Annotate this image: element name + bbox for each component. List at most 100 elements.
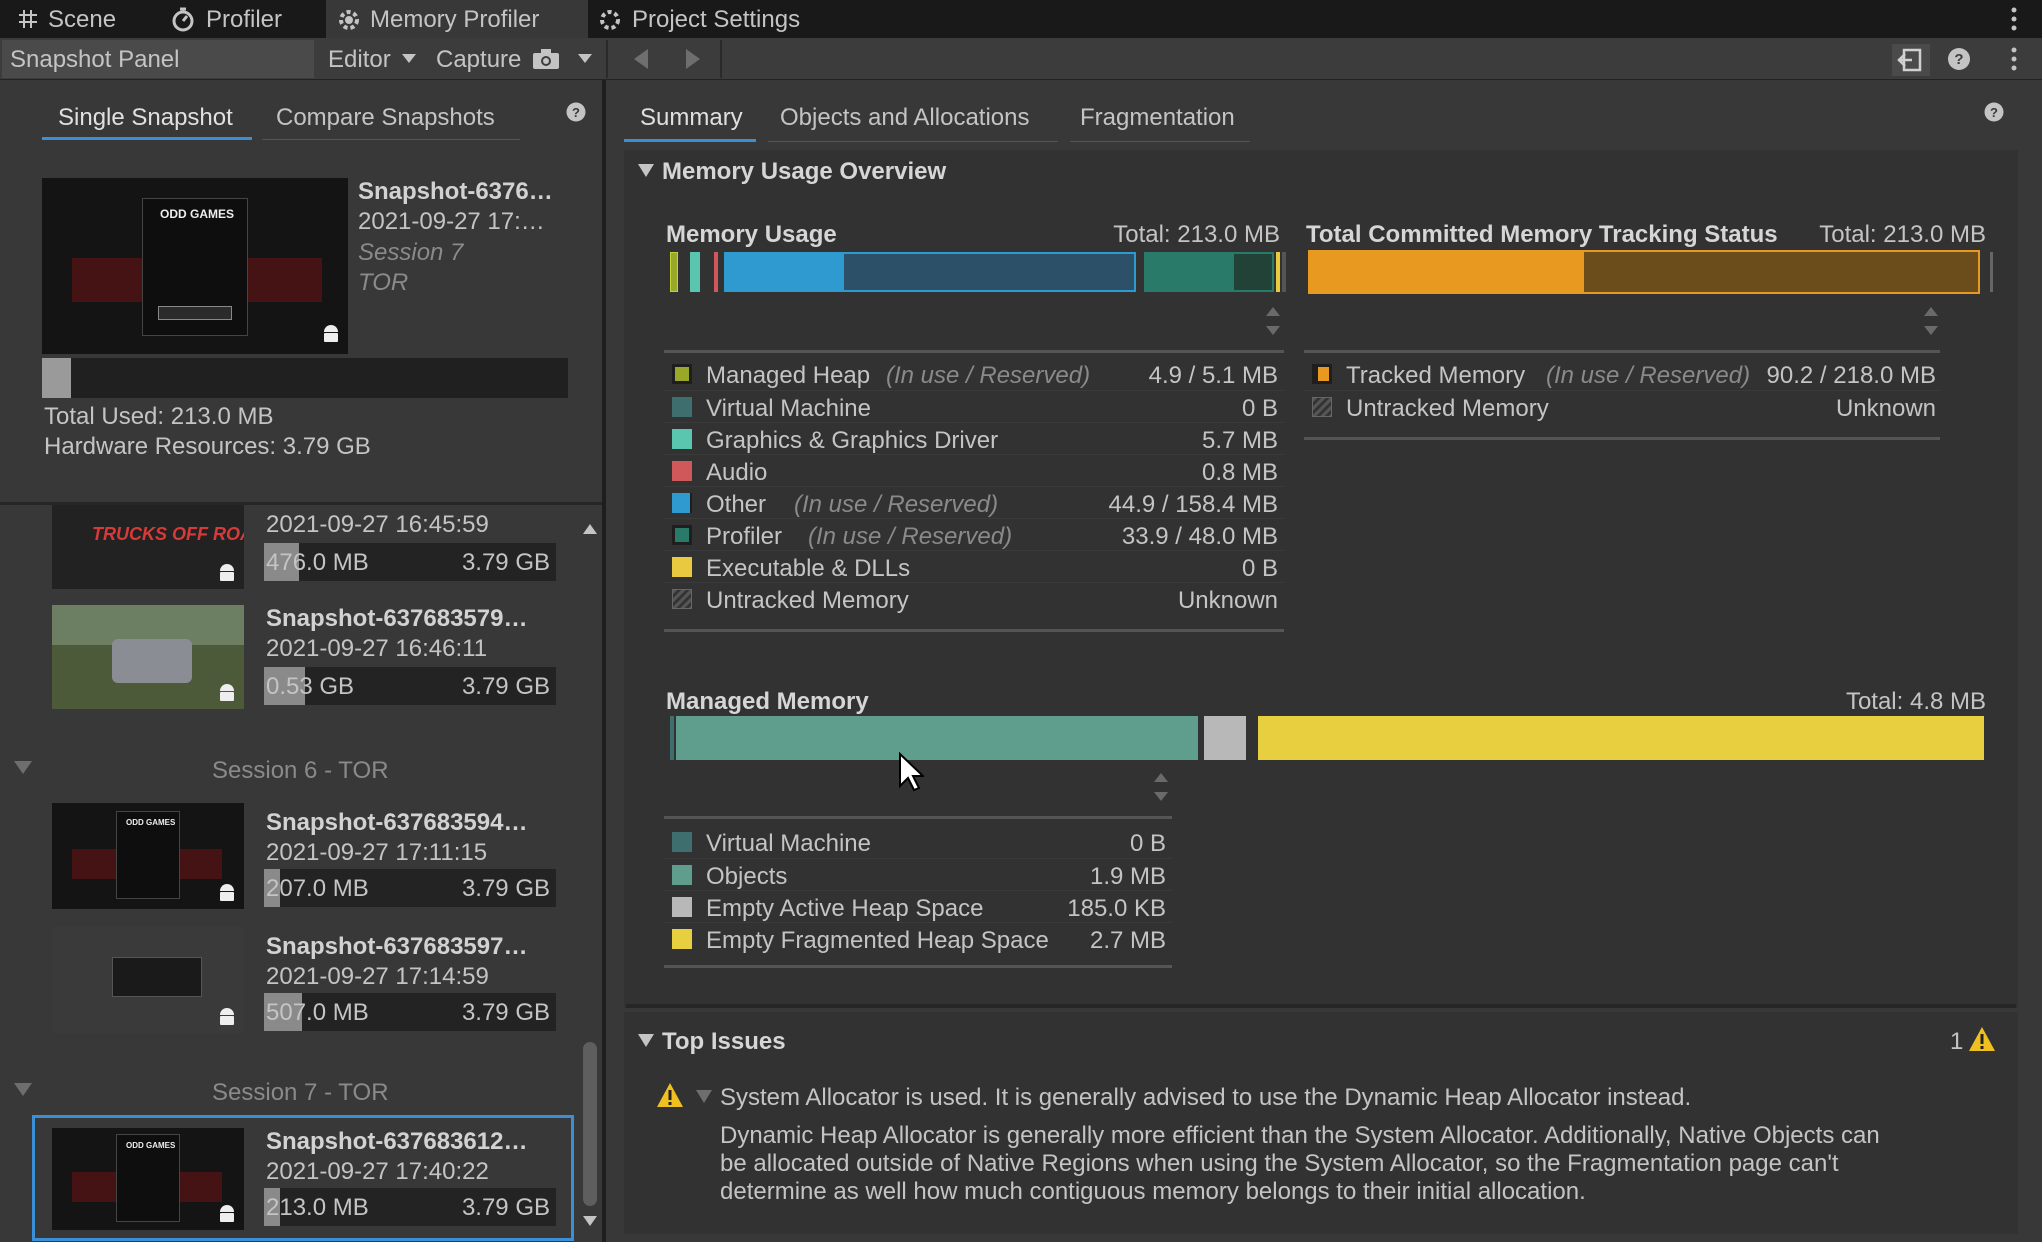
overview-header[interactable]: Memory Usage Overview bbox=[624, 150, 1524, 192]
session-header[interactable]: Session 7 - TOR bbox=[0, 1073, 584, 1113]
editor-label: Editor bbox=[328, 46, 391, 73]
session-header[interactable]: Session 6 - TOR bbox=[0, 751, 584, 791]
tab-fragmentation[interactable]: Fragmentation bbox=[1070, 96, 1250, 142]
capture-button[interactable]: Capture bbox=[428, 40, 566, 78]
swatch-icon bbox=[672, 429, 692, 449]
bar-graphics[interactable] bbox=[690, 252, 700, 292]
legend-value: 90.2 / 218.0 MB bbox=[1766, 362, 1936, 389]
snapshot-list-item-selected[interactable]: ODD GAMES Snapshot-637683612… 2021-09-27… bbox=[32, 1115, 574, 1241]
top-issues-title: Top Issues bbox=[662, 1028, 786, 1055]
sort-arrows-icon[interactable] bbox=[1154, 772, 1168, 802]
snapshot-list-item[interactable]: ODD GAMES Snapshot-637683594… 2021-09-27… bbox=[0, 803, 584, 923]
managed-memory-title: Managed Memory bbox=[666, 688, 869, 715]
bar-vm-managed[interactable] bbox=[670, 716, 674, 760]
android-icon bbox=[218, 1204, 236, 1224]
foldout-arrow-icon bbox=[638, 1034, 654, 1048]
bar-empty-fragmented-heap[interactable] bbox=[1258, 716, 1984, 760]
usage-row-graphics[interactable]: Graphics & Graphics Driver 5.7 MB bbox=[664, 422, 1284, 454]
scroll-up-arrow-icon[interactable] bbox=[583, 524, 597, 534]
session-label: Session 7 - TOR bbox=[212, 1079, 389, 1106]
snapshot-panel-toggle[interactable]: Snapshot Panel bbox=[2, 40, 314, 78]
tracking-row-tracked[interactable]: Tracked Memory (In use / Reserved) 90.2 … bbox=[1304, 358, 1940, 390]
tracking-row-untracked[interactable]: Untracked Memory Unknown bbox=[1304, 390, 1940, 422]
snapshot-list-item[interactable]: TRUCKS OFF ROAD 2021-09-27 16:45:59 476.… bbox=[0, 505, 584, 599]
bar-untracked[interactable] bbox=[1282, 252, 1286, 292]
warning-icon bbox=[1968, 1026, 1996, 1052]
editor-dropdown[interactable]: Editor bbox=[318, 40, 424, 78]
tab-single-snapshot[interactable]: Single Snapshot bbox=[42, 96, 252, 140]
usage-row-untracked[interactable]: Untracked Memory Unknown bbox=[664, 582, 1284, 614]
thumb-accept-button bbox=[158, 306, 232, 320]
bar-objects[interactable] bbox=[676, 716, 1198, 760]
legend-value: 1.9 MB bbox=[1089, 863, 1166, 890]
scroll-down-arrow-icon[interactable] bbox=[583, 1216, 597, 1226]
forward-arrow-icon[interactable] bbox=[684, 48, 702, 70]
tracking-status-bar[interactable] bbox=[1308, 250, 1980, 294]
snapshot-list-scrollbar[interactable] bbox=[580, 516, 600, 1232]
usage-row-managed-heap[interactable]: Managed Heap (In use / Reserved) 4.9 / 5… bbox=[664, 358, 1284, 390]
grid-icon bbox=[18, 9, 38, 29]
snapshot-total: 3.79 GB bbox=[461, 999, 550, 1026]
scrollbar-thumb[interactable] bbox=[583, 1042, 597, 1206]
tab-memory-profiler[interactable]: Memory Profiler bbox=[326, 0, 588, 38]
tab-project-settings[interactable]: Project Settings bbox=[588, 0, 828, 38]
bar-profiler[interactable] bbox=[1144, 252, 1274, 292]
bar-executable[interactable] bbox=[1276, 252, 1280, 292]
tab-compare-snapshots[interactable]: Compare Snapshots bbox=[262, 96, 520, 140]
legend-name: Virtual Machine bbox=[706, 830, 871, 857]
usage-row-virtual-machine[interactable]: Virtual Machine 0 B bbox=[664, 390, 1284, 422]
managed-row-empty-fragmented[interactable]: Empty Fragmented Heap Space 2.7 MB bbox=[664, 922, 1172, 954]
managed-row-objects[interactable]: Objects 1.9 MB bbox=[664, 858, 1172, 890]
back-arrow-icon[interactable] bbox=[632, 48, 650, 70]
snapshot-used: 213.0 MB bbox=[266, 1194, 369, 1221]
tab-profiler-label: Profiler bbox=[206, 6, 283, 33]
hardware-resources-label: Hardware Resources: 3.79 GB bbox=[44, 433, 371, 460]
sort-arrows-icon[interactable] bbox=[1266, 306, 1280, 336]
snapshot-list-item[interactable]: Snapshot-637683597… 2021-09-27 17:14:59 … bbox=[0, 927, 584, 1047]
snapshot-list-item[interactable]: Snapshot-637683579… 2021-09-27 16:46:11 … bbox=[0, 605, 584, 725]
capture-options-chevron-icon[interactable] bbox=[578, 54, 592, 64]
snapshot-thumbnail: ODD GAMES bbox=[52, 803, 244, 909]
usage-row-other[interactable]: Other (In use / Reserved) 44.9 / 158.4 M… bbox=[664, 486, 1284, 518]
legend-name: Empty Active Heap Space bbox=[706, 895, 984, 922]
bar-managed-heap[interactable] bbox=[670, 252, 678, 292]
tab-scene[interactable]: Scene bbox=[0, 0, 160, 38]
tab-scene-label: Scene bbox=[48, 6, 117, 33]
help-icon[interactable]: ? bbox=[1947, 47, 1971, 71]
toolbar-menu-icon[interactable] bbox=[2006, 46, 2022, 72]
issue-item[interactable]: System Allocator is used. It is generall… bbox=[650, 1082, 2010, 1232]
tab-summary[interactable]: Summary bbox=[624, 96, 756, 142]
tab-memory-profiler-label: Memory Profiler bbox=[370, 6, 540, 33]
android-icon bbox=[322, 324, 340, 344]
bar-other[interactable] bbox=[724, 252, 1136, 292]
snapshot-date: 2021-09-27 17:14:59 bbox=[266, 963, 489, 990]
bar-profiler-in-use bbox=[1146, 254, 1234, 290]
bar-audio[interactable] bbox=[714, 252, 718, 292]
collapse-arrow-icon bbox=[14, 761, 32, 775]
usage-row-executable[interactable]: Executable & DLLs 0 B bbox=[664, 550, 1284, 582]
issue-headline: System Allocator is used. It is generall… bbox=[720, 1084, 1692, 1111]
tab-compare-snapshots-label: Compare Snapshots bbox=[276, 104, 495, 131]
issue-body-line: Dynamic Heap Allocator is generally more… bbox=[720, 1122, 1880, 1149]
legend-name: Audio bbox=[706, 459, 768, 486]
svg-text:?: ? bbox=[1954, 51, 1963, 68]
usage-row-audio[interactable]: Audio 0.8 MB bbox=[664, 454, 1284, 486]
bar-empty-active-heap[interactable] bbox=[1204, 716, 1246, 760]
managed-row-vm[interactable]: Virtual Machine 0 B bbox=[664, 826, 1172, 858]
snapshot-usage-bar: 507.0 MB 3.79 GB bbox=[264, 993, 556, 1031]
left-help-icon[interactable]: ? bbox=[566, 102, 586, 122]
tab-objects-allocations[interactable]: Objects and Allocations bbox=[768, 96, 1058, 142]
managed-row-empty-active[interactable]: Empty Active Heap Space 185.0 KB bbox=[664, 890, 1172, 922]
usage-row-profiler[interactable]: Profiler (In use / Reserved) 33.9 / 48.0… bbox=[664, 518, 1284, 550]
window-menu-icon[interactable] bbox=[2006, 6, 2022, 32]
memory-usage-title: Memory Usage bbox=[666, 221, 837, 248]
tab-profiler[interactable]: Profiler bbox=[160, 0, 330, 38]
top-issues-header[interactable]: Top Issues 1 bbox=[624, 1022, 2018, 1062]
selected-snapshot-title: Snapshot-6376… bbox=[358, 178, 553, 205]
import-icon[interactable] bbox=[1892, 44, 1930, 76]
sort-arrows-icon[interactable] bbox=[1924, 306, 1938, 336]
chevron-down-icon bbox=[402, 54, 416, 64]
issue-body-line: be allocated outside of Native Regions w… bbox=[720, 1150, 1839, 1177]
summary-help-icon[interactable]: ? bbox=[1984, 102, 2004, 122]
snapshot-usage-bar: 0.53 GB 3.79 GB bbox=[264, 667, 556, 705]
